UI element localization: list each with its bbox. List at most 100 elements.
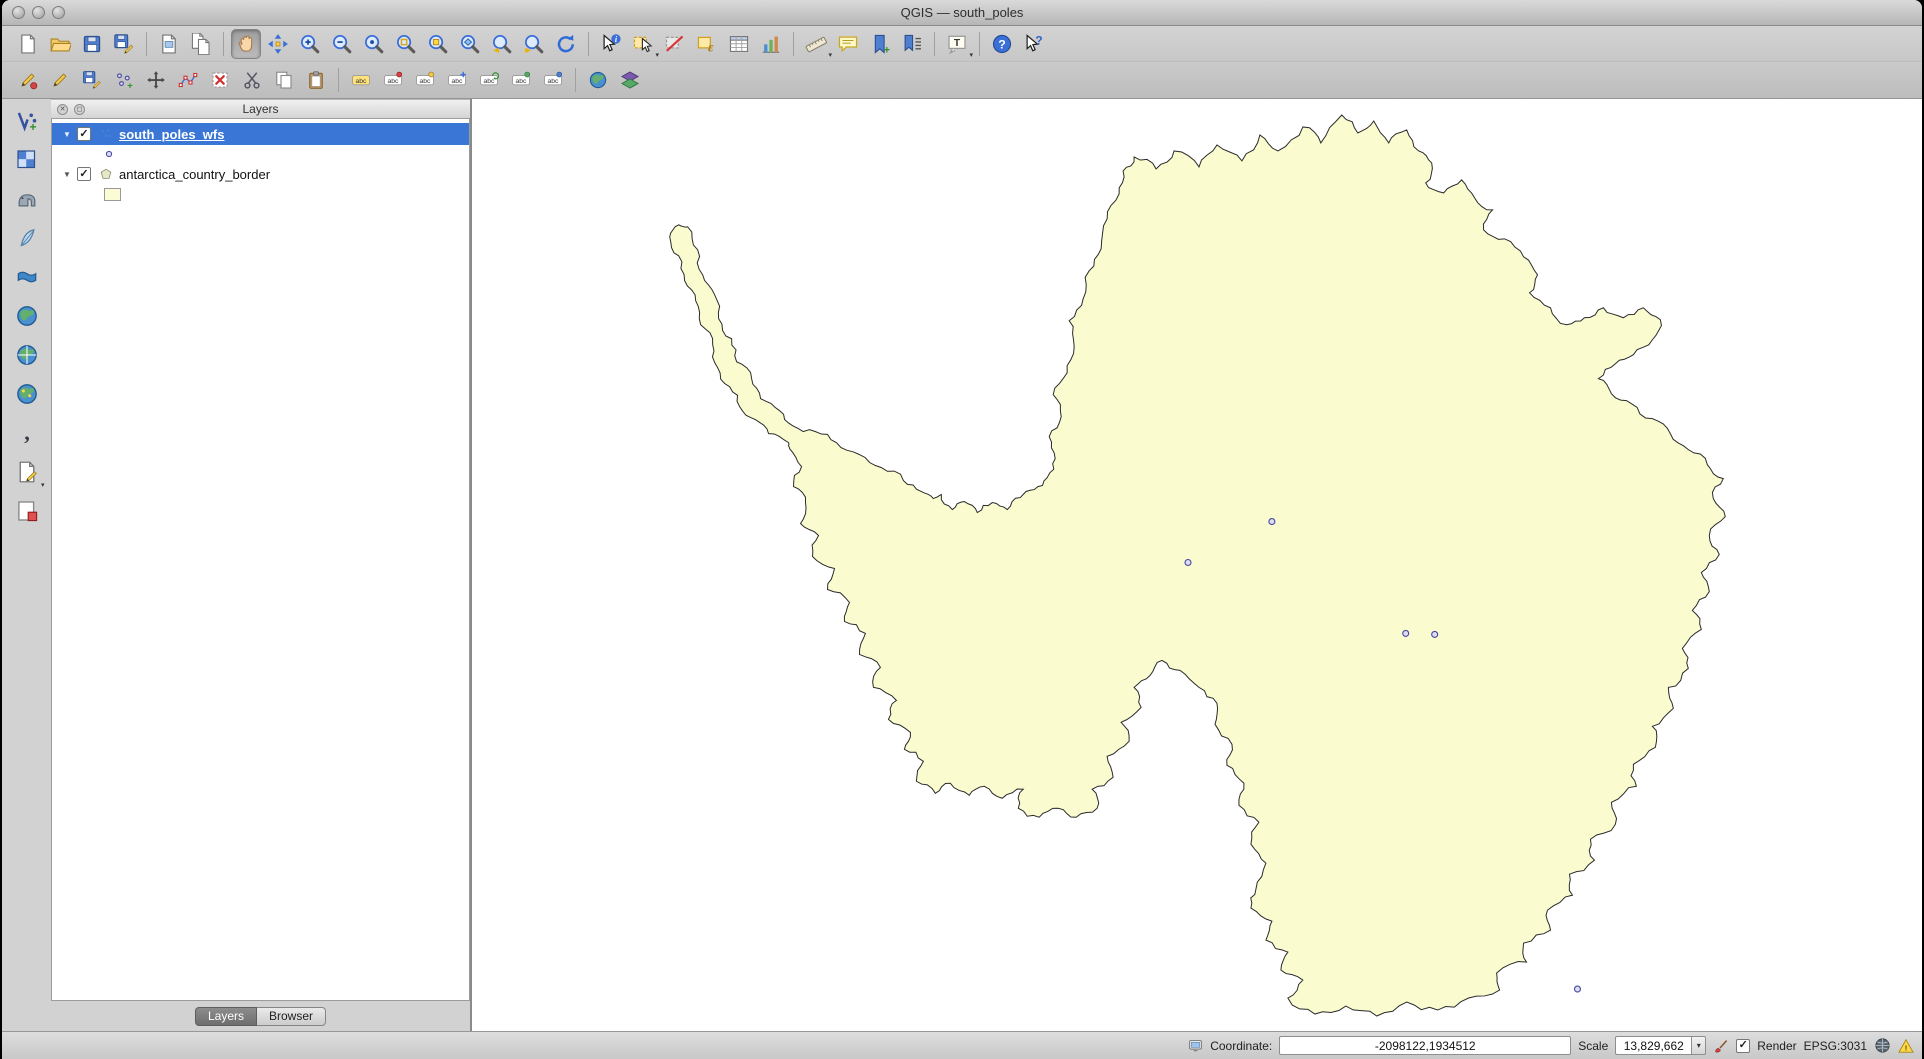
toolbar-separator [934, 32, 935, 56]
layer-label: south_poles_wfs [119, 127, 224, 142]
add-delimited-text-layer-button[interactable]: , [10, 416, 44, 450]
whats-this-button[interactable]: ? [1019, 29, 1049, 59]
add-mssql-layer-button[interactable] [10, 260, 44, 294]
add-vector-layer-button[interactable]: + [10, 104, 44, 138]
new-bookmark-icon: + [869, 33, 891, 55]
save-project-as-button[interactable] [109, 29, 139, 59]
layer-row-south_poles_wfs[interactable]: ▼✓ south_poles_wfs [52, 123, 469, 145]
highlight-labels-button[interactable]: abc [410, 65, 440, 95]
scale-input[interactable] [1615, 1036, 1691, 1055]
refresh-button[interactable] [551, 29, 581, 59]
layer-visibility-checkbox[interactable]: ✓ [77, 167, 91, 181]
crs-status-icon[interactable] [1874, 1037, 1891, 1054]
rotate-label-button[interactable]: abc [474, 65, 504, 95]
layers-panel-header[interactable]: ✕ ◻ Layers [51, 99, 470, 119]
coordinate-input[interactable] [1279, 1036, 1571, 1055]
cut-features-button[interactable] [237, 65, 267, 95]
add-wms-layer-button[interactable] [10, 299, 44, 333]
add-wcs-layer-button[interactable] [10, 338, 44, 372]
zoom-last-button[interactable] [487, 29, 517, 59]
layer-expander[interactable]: ▼ [60, 130, 74, 139]
show-bookmarks-button[interactable] [897, 29, 927, 59]
toggle-editing-button[interactable] [45, 65, 75, 95]
delete-selected-button[interactable] [205, 65, 235, 95]
open-project-button[interactable] [45, 29, 75, 59]
labeling-button[interactable]: abc [346, 65, 376, 95]
zoom-native-button[interactable] [359, 29, 389, 59]
pin-labels-button[interactable]: abc [378, 65, 408, 95]
zoom-in-button[interactable] [295, 29, 325, 59]
remove-layer-button[interactable] [10, 494, 44, 528]
geoprocessing-button[interactable] [615, 65, 645, 95]
pan-button[interactable] [231, 29, 261, 59]
zoom-native-icon [363, 33, 385, 55]
dropdown-arrow-icon[interactable]: ▾ [828, 52, 832, 59]
scale-dropdown-button[interactable]: ▾ [1691, 1036, 1706, 1055]
mouse-position-icon[interactable] [1188, 1038, 1203, 1053]
add-raster-layer-button[interactable] [10, 143, 44, 177]
new-bookmark-button[interactable]: + [865, 29, 895, 59]
layer-expander[interactable]: ▼ [60, 170, 74, 179]
chart-button[interactable] [756, 29, 786, 59]
coordinate-capture-button[interactable] [583, 65, 613, 95]
render-checkbox[interactable]: ✓ [1736, 1039, 1750, 1053]
layer-symbol-row [52, 185, 469, 203]
map-canvas[interactable] [471, 99, 1922, 1031]
layer-visibility-checkbox[interactable]: ✓ [77, 127, 91, 141]
move-feature-button[interactable] [141, 65, 171, 95]
dropdown-arrow-icon[interactable]: ▾ [655, 52, 659, 59]
add-spatialite-layer-button[interactable] [10, 221, 44, 255]
label-properties-button[interactable]: abc [538, 65, 568, 95]
new-vector-layer-button[interactable]: ▾ [10, 455, 44, 489]
panel-tab-browser[interactable]: Browser [257, 1007, 326, 1026]
move-label-button[interactable]: abc [442, 65, 472, 95]
dropdown-arrow-icon[interactable]: ▾ [969, 52, 973, 59]
zoom-full-button[interactable] [391, 29, 421, 59]
pin-labels-icon: abc [383, 70, 403, 90]
new-project-button[interactable] [13, 29, 43, 59]
panel-tab-layers[interactable]: Layers [195, 1007, 257, 1026]
measure-button[interactable]: ▾ [801, 29, 831, 59]
zoom-window-button[interactable] [52, 6, 65, 19]
node-tool-button[interactable] [173, 65, 203, 95]
map-tips-button[interactable] [833, 29, 863, 59]
current-edits-button[interactable] [13, 65, 43, 95]
minimize-window-button[interactable] [32, 6, 45, 19]
zoom-next-button[interactable] [519, 29, 549, 59]
pan-to-selection-button[interactable] [263, 29, 293, 59]
identify-button[interactable]: i [596, 29, 626, 59]
new-composer-button[interactable] [154, 29, 184, 59]
add-feature-button[interactable]: + [109, 65, 139, 95]
save-project-button[interactable] [77, 29, 107, 59]
zoom-to-selection-button[interactable] [423, 29, 453, 59]
dropdown-arrow-icon[interactable]: ▾ [41, 482, 45, 489]
text-annotation-button[interactable]: T▾ [942, 29, 972, 59]
add-wfs-layer-button[interactable] [10, 377, 44, 411]
attribute-table-button[interactable] [724, 29, 754, 59]
paintbrush-icon[interactable] [1713, 1038, 1729, 1054]
zoom-out-button[interactable] [327, 29, 357, 59]
select-by-expression-button[interactable]: ε [692, 29, 722, 59]
fill-symbol [104, 188, 121, 201]
coordinate-capture-icon [588, 70, 608, 90]
messages-log-icon[interactable]: ! [1898, 1038, 1914, 1054]
deselect-all-button[interactable] [660, 29, 690, 59]
save-edits-button[interactable] [77, 65, 107, 95]
panel-close-button[interactable]: ✕ [57, 104, 68, 115]
scale-label: Scale [1578, 1039, 1608, 1053]
zoom-to-layer-button[interactable] [455, 29, 485, 59]
save-edits-icon [82, 70, 102, 90]
pan-icon [235, 33, 257, 55]
composer-manager-button[interactable] [186, 29, 216, 59]
titlebar[interactable]: QGIS — south_poles [2, 0, 1922, 26]
select-features-button[interactable]: ▾ [628, 29, 658, 59]
close-window-button[interactable] [12, 6, 25, 19]
paste-features-button[interactable] [301, 65, 331, 95]
panel-detach-button[interactable]: ◻ [74, 104, 85, 115]
identify-icon: i [600, 33, 622, 55]
help-contents-button[interactable]: ? [987, 29, 1017, 59]
add-postgis-layer-button[interactable] [10, 182, 44, 216]
copy-features-button[interactable] [269, 65, 299, 95]
layer-row-antarctica_country_border[interactable]: ▼✓antarctica_country_border [52, 163, 469, 185]
change-label-button[interactable]: abc [506, 65, 536, 95]
